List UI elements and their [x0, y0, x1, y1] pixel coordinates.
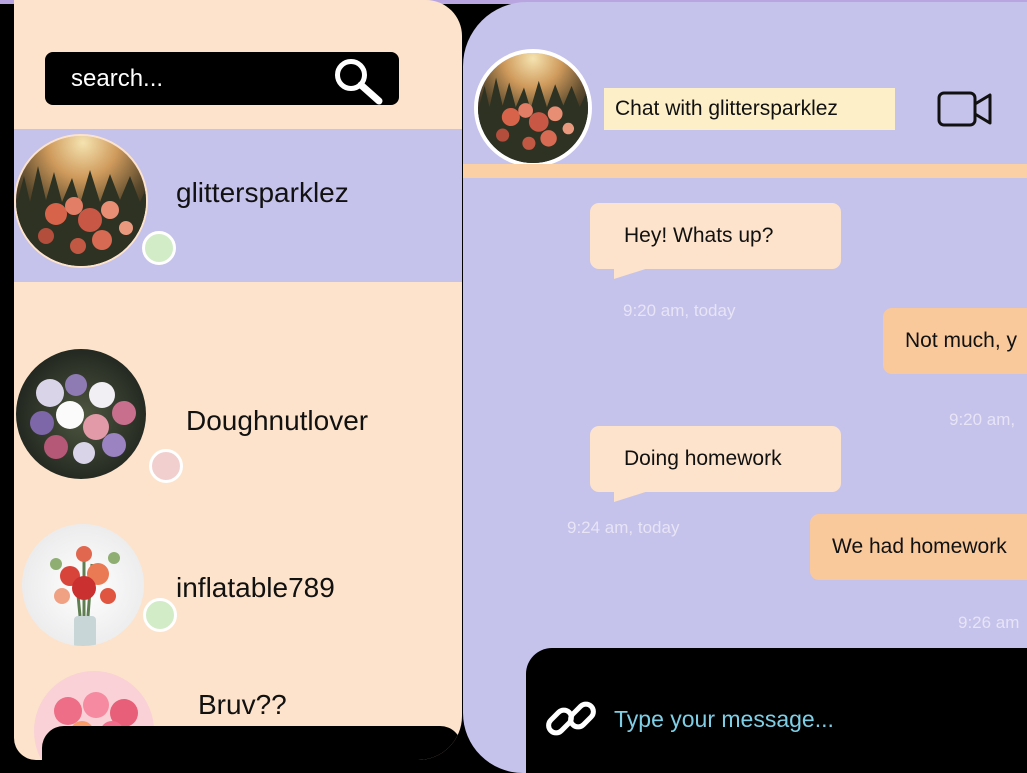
status-dot — [149, 449, 183, 483]
contact-item-doughnutlover[interactable]: Doughnutlover — [14, 343, 462, 493]
contacts-bottom-bar — [42, 726, 462, 760]
contact-name: inflatable789 — [176, 572, 335, 603]
message-timestamp: 9:20 am, — [949, 410, 1016, 429]
contacts-panel: glittersparklez Doughnutlover — [14, 0, 462, 760]
online-status-dot — [143, 598, 177, 632]
message-bubble-received: Doing homework — [590, 426, 841, 502]
message-text: Hey! Whats up? — [624, 224, 774, 247]
search-input[interactable] — [71, 65, 321, 93]
contact-name: Doughnutlover — [186, 405, 369, 436]
message-text: Doing homework — [624, 447, 782, 470]
message-composer — [526, 648, 1027, 773]
chat-header-avatar[interactable] — [474, 49, 592, 167]
avatar — [20, 522, 146, 648]
message-bubble-sent: We had homework — [810, 514, 1027, 580]
search-icon[interactable] — [332, 56, 386, 106]
contact-item-inflatable789[interactable]: inflatable789 — [14, 520, 462, 665]
message-timestamp: 9:26 am — [958, 613, 1020, 632]
header-divider — [463, 164, 1027, 178]
chat-title: Chat with glittersparklez — [604, 88, 895, 130]
message-text: Not much, y — [905, 329, 1018, 352]
message-timestamp: 9:20 am, today — [623, 301, 736, 320]
avatar — [14, 134, 148, 268]
bubble-tail — [614, 488, 658, 502]
message-timestamp: 9:24 am, today — [567, 518, 680, 537]
message-text: We had homework — [832, 535, 1007, 558]
avatar — [14, 347, 148, 481]
contact-name: Bruv?? — [198, 689, 287, 720]
contact-item-glittersparklez[interactable]: glittersparklez — [14, 129, 462, 282]
bubble-tail — [614, 265, 658, 279]
chat-panel: Chat with glittersparklez Hey! Whats up?… — [463, 2, 1027, 773]
link-icon[interactable] — [542, 690, 600, 748]
message-bubble-sent: Not much, y — [883, 308, 1027, 374]
contact-name: glittersparklez — [176, 177, 349, 208]
search-bar[interactable] — [45, 52, 399, 105]
message-bubble-received: Hey! Whats up? — [590, 203, 841, 279]
message-input[interactable] — [614, 703, 1014, 735]
video-camera-icon[interactable] — [937, 90, 993, 128]
online-status-dot — [142, 231, 176, 265]
